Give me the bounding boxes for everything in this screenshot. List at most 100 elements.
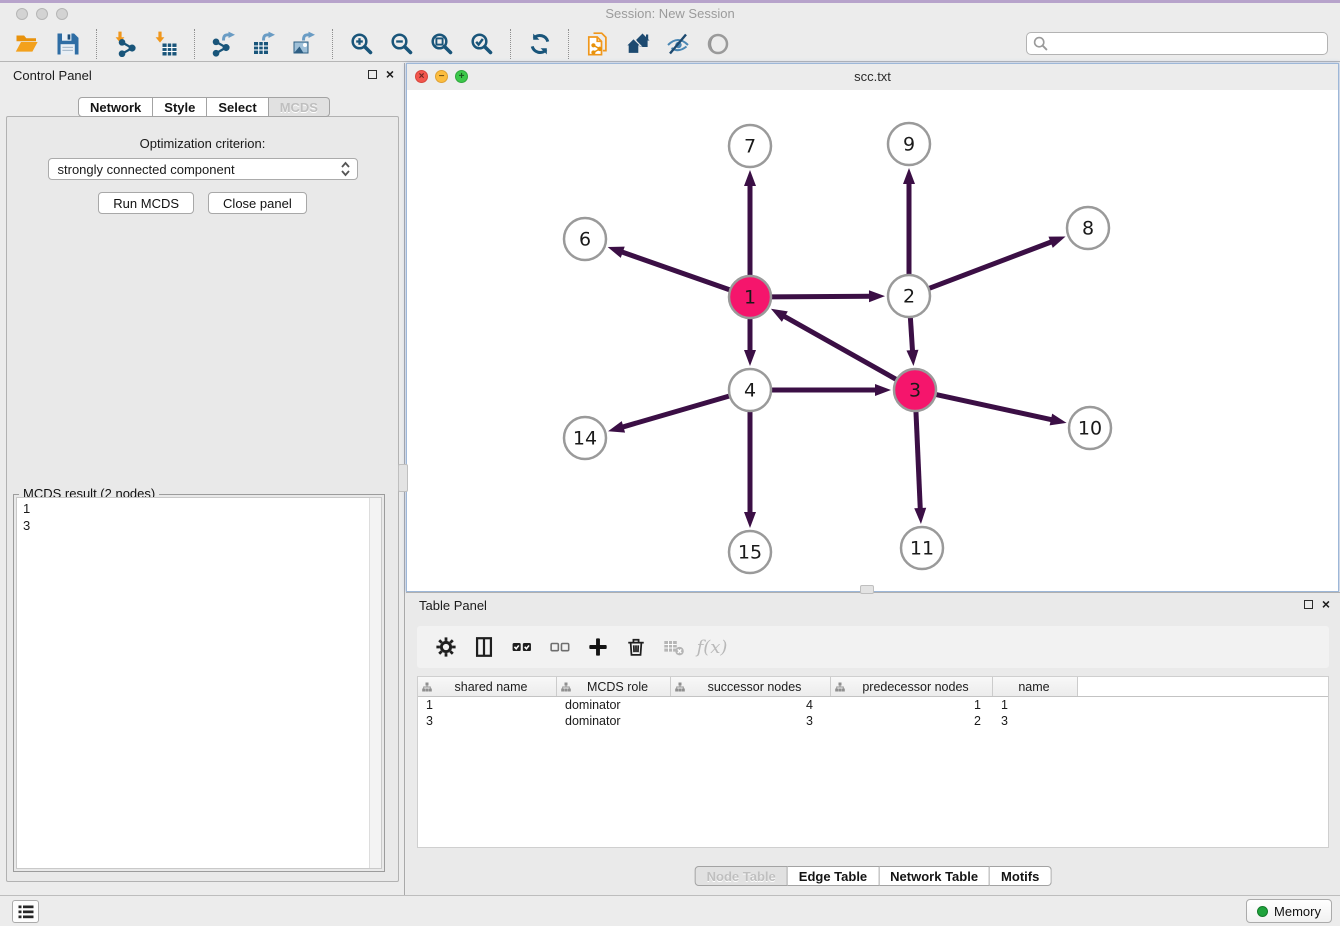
toolbar-refresh-button[interactable] [522, 28, 558, 60]
cell-name[interactable]: 1 [993, 698, 1078, 712]
table-toolbar-columns-button[interactable] [467, 630, 501, 664]
table-toolbar-check-on-button[interactable] [505, 630, 539, 664]
graph-edge-arrow [608, 247, 625, 258]
search-box[interactable] [1026, 32, 1328, 55]
tab-network[interactable]: Network [78, 97, 153, 117]
graph-edge-1-2[interactable] [771, 296, 872, 297]
graph-node-label: 1 [744, 287, 756, 309]
cell-predecessor-nodes[interactable]: 2 [831, 714, 993, 728]
float-icon[interactable] [1304, 600, 1313, 609]
graph-edge-2-8[interactable] [929, 241, 1054, 288]
graph-node-label: 6 [579, 229, 591, 251]
graph-node-label: 11 [910, 538, 934, 560]
column-label: shared name [432, 680, 556, 694]
toolbar-save-button[interactable] [50, 28, 86, 60]
hide-panel-icon [665, 31, 691, 57]
mcds-result-node: 1 [23, 500, 381, 517]
table-row[interactable]: 3dominator323 [418, 713, 1328, 729]
cell-shared-name[interactable]: 3 [418, 714, 557, 728]
show-panels-button[interactable] [12, 900, 39, 923]
toolbar-separator [510, 29, 512, 59]
tab-select[interactable]: Select [207, 97, 268, 117]
toolbar-open-folder-button[interactable] [10, 28, 46, 60]
toolbar-zoom-in-button[interactable] [344, 28, 380, 60]
graph-edge-arrow [608, 421, 625, 433]
gear-icon [434, 635, 458, 659]
graph-edge-3-1[interactable] [782, 315, 896, 380]
check-on-icon [510, 635, 534, 659]
graph-edge-arrow [906, 350, 918, 366]
mcds-result-node: 3 [23, 517, 381, 534]
tab-mcds[interactable]: MCDS [269, 97, 330, 117]
import-network-icon [113, 31, 139, 57]
columns-icon [472, 635, 496, 659]
graph-node-label: 8 [1082, 218, 1094, 240]
mcds-panel: Optimization criterion: strongly connect… [6, 116, 399, 882]
table-tabs: Node TableEdge TableNetwork TableMotifs [695, 866, 1052, 886]
graph-edge-arrow [869, 290, 885, 302]
panel-splitter-handle[interactable] [398, 464, 408, 492]
column-header-successor-nodes[interactable]: successor nodes [671, 677, 831, 696]
graph-node-label: 14 [573, 428, 597, 450]
column-label: predecessor nodes [845, 680, 992, 694]
table-toolbar-check-off-button[interactable] [543, 630, 577, 664]
table-toolbar-plus-button[interactable] [581, 630, 615, 664]
column-header-name[interactable]: name [993, 677, 1078, 696]
table-toolbar-gear-button[interactable] [429, 630, 463, 664]
cell-successor-nodes[interactable]: 4 [671, 698, 831, 712]
refresh-icon [527, 31, 553, 57]
tab-edge-table[interactable]: Edge Table [788, 866, 879, 886]
optimization-criterion-select[interactable]: strongly connected component [48, 158, 358, 180]
column-header-shared-name[interactable]: shared name [418, 677, 557, 696]
zoom-fit-icon [429, 31, 455, 57]
toolbar-export-image-button[interactable] [286, 28, 322, 60]
toolbar-show-panel-button [700, 28, 736, 60]
selected-option: strongly connected component [58, 162, 338, 177]
graph-edge-2-3[interactable] [910, 317, 912, 353]
column-header-mcds-role[interactable]: MCDS role [557, 677, 671, 696]
close-icon[interactable]: × [1322, 598, 1330, 610]
cell-predecessor-nodes[interactable]: 1 [831, 698, 993, 712]
toolbar-zoom-selected-button[interactable] [464, 28, 500, 60]
cell-mcds-role[interactable]: dominator [557, 714, 671, 728]
toolbar-export-table-button[interactable] [246, 28, 282, 60]
tree-icon [422, 682, 432, 692]
memory-button[interactable]: Memory [1246, 899, 1332, 923]
zoom-selected-icon [469, 31, 495, 57]
graph-edge-3-10[interactable] [936, 394, 1054, 420]
network-splitter-handle[interactable] [860, 585, 874, 594]
tab-motifs[interactable]: Motifs [990, 866, 1051, 886]
table-row[interactable]: 1dominator411 [418, 697, 1328, 713]
tab-network-table[interactable]: Network Table [879, 866, 990, 886]
tab-node-table[interactable]: Node Table [695, 866, 788, 886]
toolbar-export-network-button[interactable] [206, 28, 242, 60]
run-mcds-button[interactable]: Run MCDS [98, 192, 194, 214]
toolbar-hide-panel-button[interactable] [660, 28, 696, 60]
cell-mcds-role[interactable]: dominator [557, 698, 671, 712]
toolbar-import-network-button[interactable] [108, 28, 144, 60]
toolbar-import-table-button[interactable] [148, 28, 184, 60]
search-input[interactable] [1052, 36, 1321, 52]
table-toolbar-trash-button[interactable] [619, 630, 653, 664]
toolbar-houses-button[interactable] [620, 28, 656, 60]
column-header-predecessor-nodes[interactable]: predecessor nodes [831, 677, 993, 696]
graph-edge-3-11[interactable] [916, 411, 920, 511]
graph-edge-1-6[interactable] [620, 251, 730, 290]
toolbar-zoom-out-button[interactable] [384, 28, 420, 60]
cell-shared-name[interactable]: 1 [418, 698, 557, 712]
tab-style[interactable]: Style [153, 97, 207, 117]
graph-node-label: 7 [744, 136, 756, 158]
mcds-result-list[interactable]: 13 [16, 497, 382, 869]
graph-edge-4-14[interactable] [621, 396, 730, 428]
close-icon[interactable]: × [386, 68, 394, 80]
cell-name[interactable]: 3 [993, 714, 1078, 728]
close-panel-button[interactable]: Close panel [208, 192, 307, 214]
toolbar-doc-network-button[interactable] [580, 28, 616, 60]
toolbar-zoom-fit-button[interactable] [424, 28, 460, 60]
result-scrollbar[interactable] [369, 498, 381, 868]
network-canvas[interactable]: 7968124314101511 [407, 90, 1338, 591]
float-icon[interactable] [368, 70, 377, 79]
toolbar-separator [194, 29, 196, 59]
graph-edge-arrow [1050, 414, 1067, 426]
cell-successor-nodes[interactable]: 3 [671, 714, 831, 728]
